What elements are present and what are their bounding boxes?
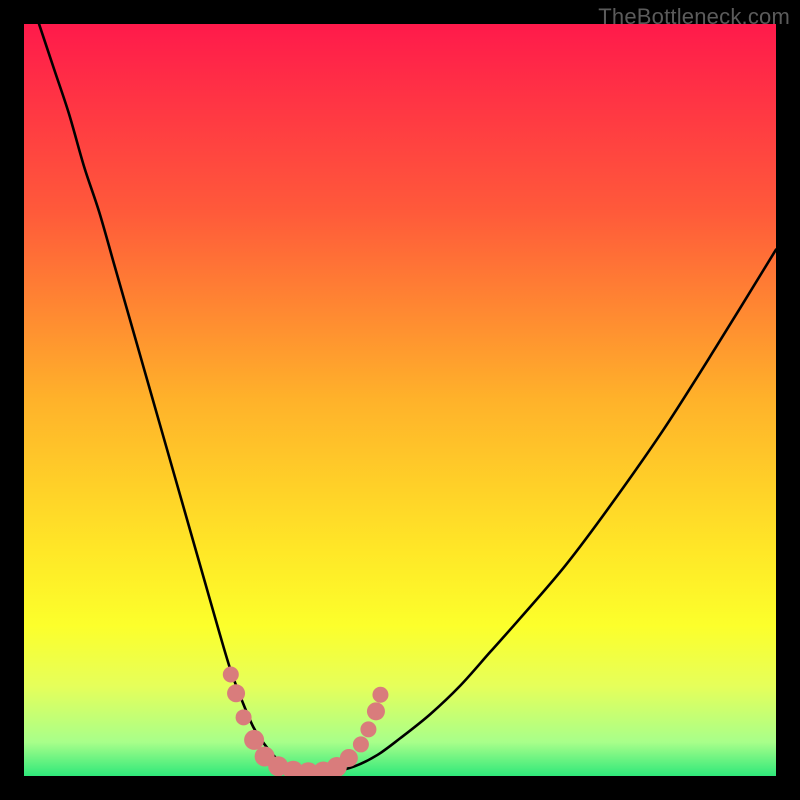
highlight-dot	[244, 730, 264, 750]
highlight-dot	[367, 702, 385, 720]
chart-svg	[24, 24, 776, 776]
watermark-text: TheBottleneck.com	[598, 4, 790, 30]
chart-frame: TheBottleneck.com	[0, 0, 800, 800]
chart-plot-area	[24, 24, 776, 776]
highlight-dot	[227, 684, 245, 702]
highlight-dot	[223, 666, 239, 682]
highlight-dot	[372, 687, 388, 703]
highlight-dot	[236, 709, 252, 725]
chart-background	[24, 24, 776, 776]
highlight-dot	[360, 721, 376, 737]
highlight-dot	[353, 736, 369, 752]
highlight-dot	[340, 749, 358, 767]
